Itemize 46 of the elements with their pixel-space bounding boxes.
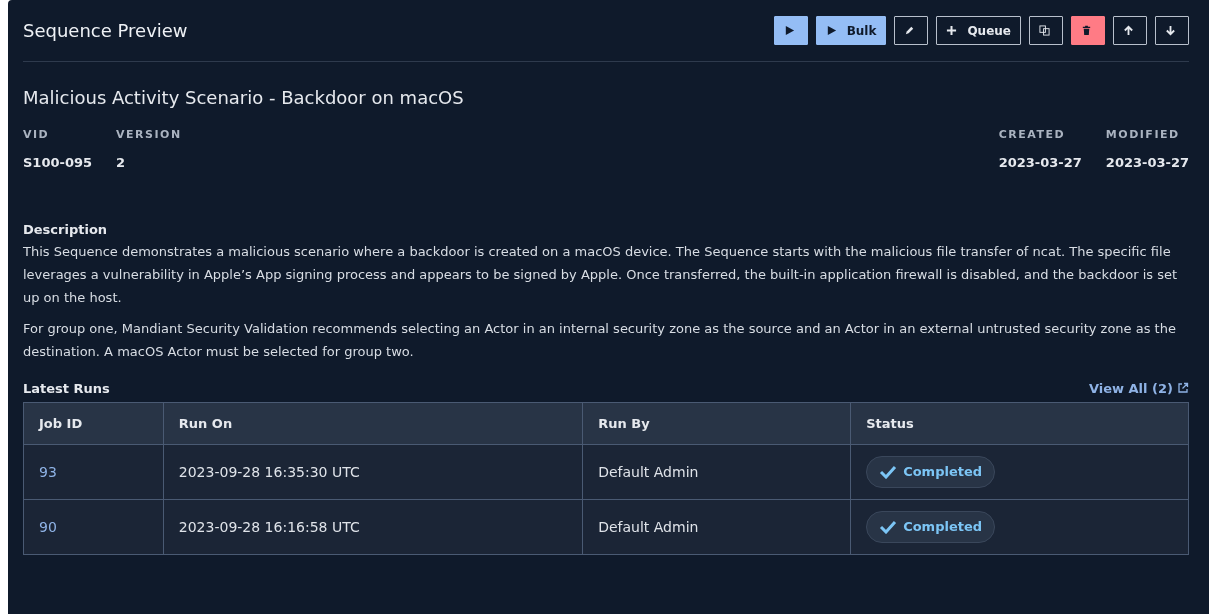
- pencil-icon: [904, 25, 916, 36]
- external-link-icon: [1177, 382, 1189, 395]
- field-label: VERSION: [116, 127, 182, 143]
- description-paragraph: For group one, Mandiant Security Validation recommends selecting an Actor in an internal security zone as the source and an Actor in an external untrusted security zone as the destination. A macOS Actor must be selected for group two.: [23, 319, 1177, 361]
- queue-button[interactable]: Queue: [936, 16, 1021, 45]
- field-value: 2023-03-27: [998, 153, 1082, 172]
- arrow-up-icon: [1123, 25, 1134, 36]
- trash-icon: [1081, 25, 1092, 36]
- field-value: 2: [116, 153, 127, 172]
- arrow-down-icon: [1165, 25, 1176, 36]
- table-cell: Default Admin: [582, 499, 851, 555]
- check-icon: [879, 520, 898, 534]
- bulk-button[interactable]: Bulk: [815, 16, 887, 45]
- field-value: 2023-03-27: [1105, 153, 1189, 172]
- play-icon: [783, 25, 795, 36]
- panel-title: Sequence Preview: [23, 19, 188, 43]
- move-down-button[interactable]: [1155, 16, 1189, 45]
- latest-runs-heading: Latest Runs: [23, 379, 110, 398]
- edit-button[interactable]: [894, 16, 929, 45]
- field-label: VID: [23, 127, 51, 143]
- table-cell: 2023-09-28 16:35:30 UTC: [163, 444, 583, 500]
- column-header: Job ID: [23, 402, 164, 445]
- job-id-link[interactable]: 93: [39, 463, 57, 480]
- field-label: CREATED: [998, 127, 1067, 143]
- status-badge: Completed: [866, 456, 996, 488]
- column-header: Run On: [163, 402, 583, 445]
- play-icon: [825, 25, 837, 36]
- column-header: Status: [850, 402, 1189, 445]
- description-paragraph: This Sequence demonstrates a malicious scenario where a backdoor is created on a macOS device. The Sequence starts with the malicious file transfer of ncat. The specific file leverages a vulnerability in Apple’s App signing process and appears to be signed by Apple. Once transferred, the built-in application firewall is disabled, and the backdoor is set up on the host.: [23, 242, 1179, 307]
- copy-button[interactable]: [1029, 16, 1063, 45]
- status-badge: Completed: [866, 511, 996, 543]
- field-label: MODIFIED: [1105, 127, 1181, 143]
- table-cell: Default Admin: [582, 444, 851, 500]
- field-value: S100-095: [23, 153, 93, 172]
- delete-button[interactable]: [1071, 16, 1105, 45]
- description-heading: Description: [23, 221, 109, 239]
- move-up-button[interactable]: [1113, 16, 1147, 45]
- copy-icon: [1039, 25, 1050, 36]
- play-button[interactable]: [773, 16, 808, 45]
- plus-icon: [946, 25, 958, 36]
- sequence-name: Malicious Activity Scenario - Backdoor on macOS: [23, 86, 465, 110]
- view-all-link[interactable]: View All (2): [1088, 378, 1189, 398]
- job-id-link[interactable]: 90: [39, 518, 57, 535]
- table-cell: 2023-09-28 16:16:58 UTC: [163, 499, 583, 555]
- check-icon: [879, 465, 898, 479]
- column-header: Run By: [582, 402, 851, 445]
